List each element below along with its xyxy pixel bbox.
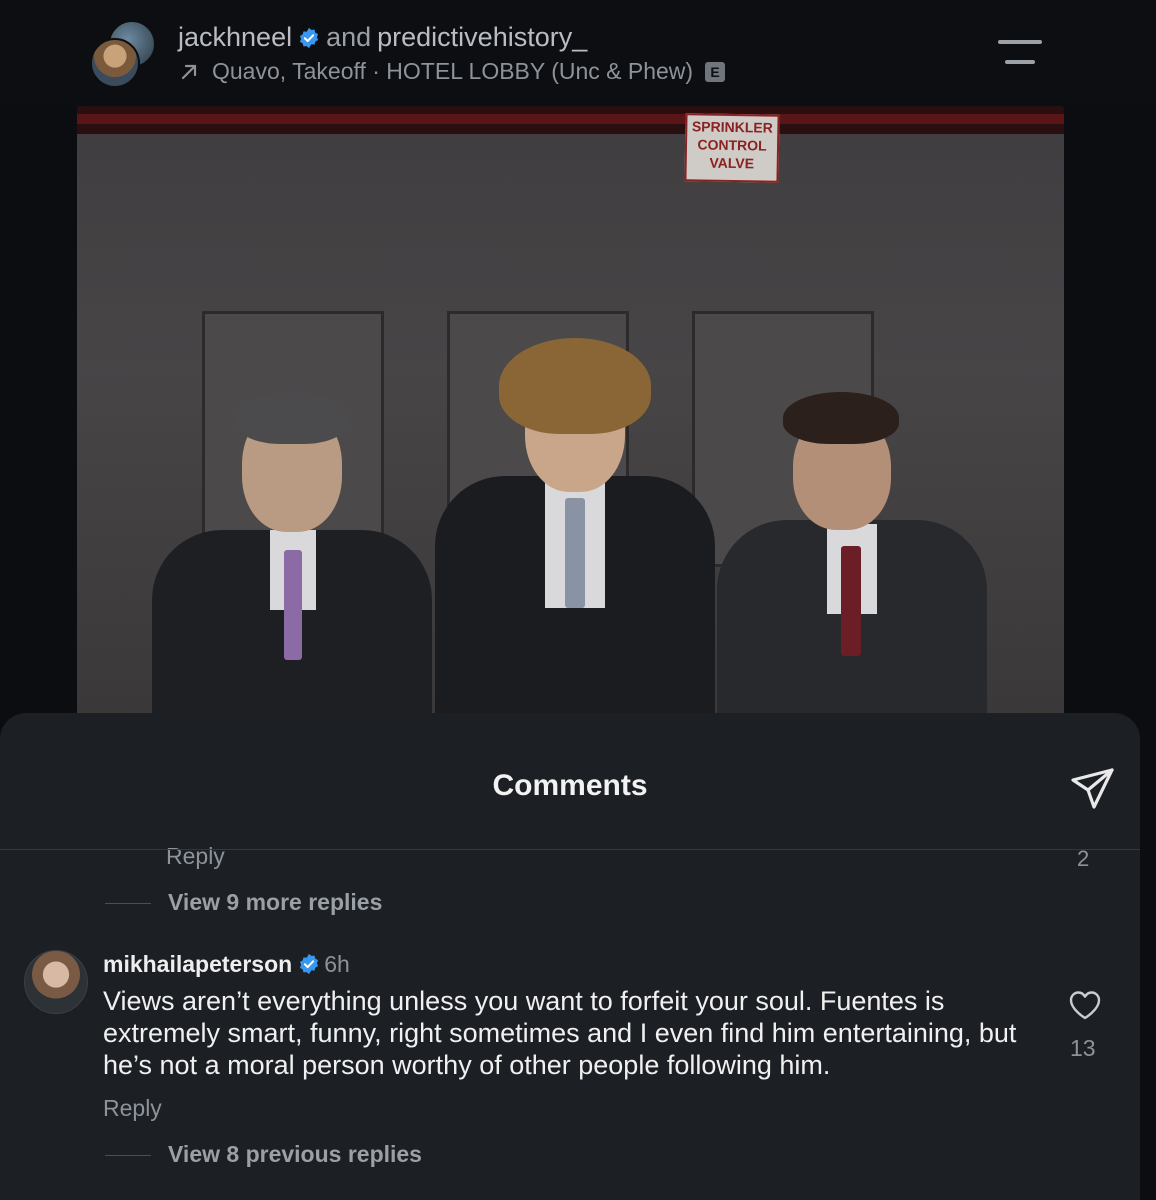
reply-button[interactable]: Reply [103,1095,162,1122]
collab-avatars[interactable] [90,20,156,88]
screen-edge [1140,713,1156,1200]
comments-title: Comments [492,769,648,802]
view-previous-replies-link[interactable]: View 8 previous replies [168,1141,422,1168]
previous-reply-button[interactable]: Reply [166,843,225,870]
view-more-replies-link[interactable]: View 9 more replies [168,889,382,916]
menu-icon[interactable] [998,40,1042,66]
share-icon[interactable] [1070,765,1116,811]
person-left [152,382,432,716]
comment-header: mikhailapeterson 6h [103,951,350,978]
photo-pipe [77,114,1064,124]
author-username[interactable]: jackhneel [178,22,292,52]
thread-line [105,1155,151,1156]
audio-arrow-icon [181,64,197,80]
commenter-username[interactable]: mikhailapeterson [103,951,292,977]
heart-icon[interactable] [1068,989,1102,1021]
previous-like-count: 2 [1077,846,1090,871]
comment-timestamp: 6h [324,951,350,977]
sprinkler-sign: SPRINKLER CONTROL VALVE [684,113,780,183]
post-header: jackhneel and predictivehistory_ Quavo, T… [0,0,1156,106]
and-connector: and [326,22,372,52]
person-right [717,388,987,716]
sign-line-2: CONTROL [697,136,767,154]
sign-line-3: VALVE [709,154,755,172]
verified-icon [300,953,319,975]
audio-attribution[interactable]: Quavo, Takeoff · HOTEL LOBBY (Unc & Phew… [180,58,726,85]
explicit-badge: E [705,62,726,82]
post-photo[interactable]: SPRINKLER CONTROL VALVE [77,106,1064,716]
collaborator-username[interactable]: predictivehistory_ [377,22,587,52]
verified-icon [300,27,319,49]
comments-sheet: Comments Reply 2 View 9 more replies mik… [0,713,1140,1200]
audio-track-label: Quavo, Takeoff · HOTEL LOBBY (Unc & Phew… [212,58,694,84]
author-avatar[interactable] [90,38,140,88]
post-authors: jackhneel and predictivehistory_ [178,22,587,53]
like-count: 13 [1070,1035,1096,1061]
sign-line-1: SPRINKLER [691,118,773,136]
comments-header-divider [0,849,1140,850]
thread-line [105,903,151,904]
comment-text: Views aren’t everything unless you want … [103,986,1017,1080]
person-center [435,338,715,716]
commenter-avatar[interactable] [24,950,88,1014]
